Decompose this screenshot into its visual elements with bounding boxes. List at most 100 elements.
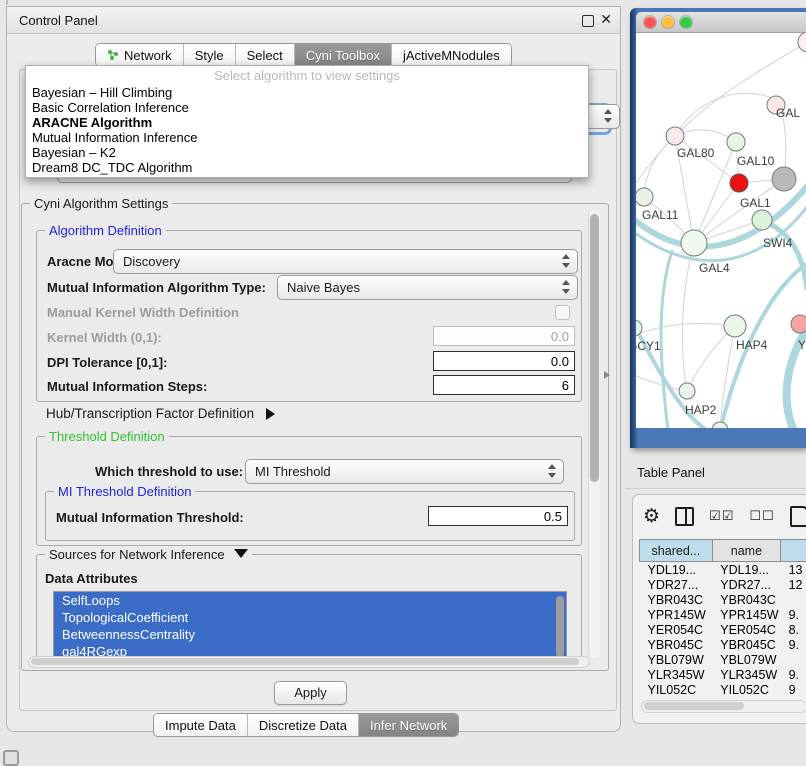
stepper-icon [561,280,570,294]
node-hap4[interactable] [724,315,746,337]
node-gal10[interactable] [727,133,745,151]
tab-network[interactable]: Network [96,44,183,66]
panel-resize-cursor [604,371,610,379]
unchecked-columns-icon[interactable]: ☐☐ [749,509,774,524]
mi-threshold-group: MI Threshold Definition Mutual Informati… [45,491,575,541]
data-attributes-list: SelfLoops TopologicalCoefficient Between… [53,591,567,665]
dropdown-item-aracne[interactable]: ARACNE Algorithm [26,115,588,130]
tab-infer-network[interactable]: Infer Network [358,714,458,736]
network-view-window[interactable]: GAL GAL80 GAL10 GAL1 SWI4 GAL11 GAL4 GCY… [630,8,806,448]
node-gray[interactable] [772,167,796,191]
table-hscrollbar[interactable] [641,700,806,713]
node-label: GCY1 [636,339,661,353]
desktop: { "colors": { "accent_selection": "#3a6c… [0,0,806,762]
node-gal4[interactable] [681,230,707,256]
node-y-pink[interactable] [791,315,806,333]
table-row[interactable]: YIL052CYIL052C9 [640,682,806,697]
minimized-panel-icon[interactable] [3,750,19,766]
node-gal80[interactable] [666,127,684,145]
network-canvas[interactable]: GAL GAL80 GAL10 GAL1 SWI4 GAL11 GAL4 GCY… [636,33,806,428]
table-row[interactable]: YPR145WYPR145W9. [640,607,806,622]
which-threshold-combo[interactable]: MI Threshold [245,459,564,484]
zoom-traffic-button[interactable] [680,16,692,28]
kernel-width-input[interactable] [433,326,575,346]
close-traffic-button[interactable] [644,16,656,28]
mi-type-combo[interactable]: Naive Bayes [277,275,578,300]
column-header-partial[interactable] [781,540,806,562]
table-row[interactable]: YBL079WYBL079W [640,652,806,667]
dropdown-item-dream8[interactable]: Dream8 DC_TDC Algorithm [26,160,588,175]
mi-type-value: Naive Bayes [287,280,360,295]
column-header-shared[interactable]: shared... [640,540,713,562]
minimize-traffic-button[interactable] [662,16,674,28]
node-attribute-table: shared... name YDL19...YDL19...13 YDR27.… [639,539,806,697]
table-row[interactable]: YBR045CYBR045C9. [640,637,806,652]
apply-button[interactable]: Apply [274,681,347,705]
tab-cyni-toolbox[interactable]: Cyni Toolbox [294,44,391,66]
mi-threshold-label: Mutual Information Threshold: [56,510,244,525]
node-partial-top[interactable] [798,33,806,52]
stepper-icon [561,254,570,268]
node-label: GAL1 [740,196,771,210]
dpi-tolerance-input[interactable] [433,351,575,371]
mi-steps-input[interactable] [433,375,575,395]
screen-edge-artifact [6,0,8,5]
checked-columns-icon[interactable]: ☑☑ [709,509,734,524]
column-header-name[interactable]: name [712,540,780,562]
dropdown-item-bayesian-k2[interactable]: Bayesian – K2 [26,145,588,160]
aracne-mode-combo[interactable]: Discovery [113,249,578,274]
list-item-betweennesscentrality[interactable]: BetweennessCentrality [54,626,566,643]
dropdown-item-bayesian-hill-climbing[interactable]: Bayesian – Hill Climbing [26,85,588,100]
which-threshold-value: MI Threshold [255,464,331,479]
tab-select[interactable]: Select [235,44,294,66]
table-row[interactable]: YER054CYER054C8. [640,622,806,637]
table-row[interactable]: YDL19...YDL19...13 [640,562,806,578]
cyni-algorithm-settings-title: Cyni Algorithm Settings [30,196,172,211]
new-table-icon[interactable] [790,506,806,527]
close-icon[interactable]: ✕ [600,11,612,28]
which-threshold-label: Which threshold to use: [95,464,243,479]
mi-threshold-input[interactable] [428,506,568,526]
dropdown-placeholder: Select algorithm to view settings [26,66,588,85]
mi-type-label: Mutual Information Algorithm Type: [47,280,266,295]
mi-steps-label: Mutual Information Steps: [47,379,207,394]
columns-icon[interactable] [675,507,694,526]
node-swi4[interactable] [752,210,772,230]
node-partial-bottom[interactable] [712,422,728,428]
sources-group: Sources for Network Inference Data Attri… [36,554,582,667]
tab-impute-data[interactable]: Impute Data [154,714,247,736]
list-vscrollbar[interactable] [556,596,564,658]
table-row[interactable]: YDR27...YDR27...12 [640,577,806,592]
node-label: HAP2 [685,403,717,417]
table-panel: ⚙ ☑☑ ☐☐ shared... name YDL19...YDL19...1… [632,494,806,724]
collapse-down-icon[interactable] [234,549,248,558]
threshold-definition-group: Threshold Definition Which threshold to … [36,436,582,546]
node-label: Y [798,338,806,352]
tab-jactivemnodules[interactable]: jActiveMNodules [391,44,511,66]
tab-discretize-data[interactable]: Discretize Data [247,714,358,736]
settings-hscrollbar[interactable] [28,656,590,668]
list-item-selfloops[interactable]: SelfLoops [54,592,566,609]
node-gal11[interactable] [636,188,653,206]
gear-icon[interactable]: ⚙ [643,505,660,527]
list-item-topologicalcoefficient[interactable]: TopologicalCoefficient [54,609,566,626]
node-gal1-red[interactable] [730,174,748,192]
dropdown-item-basic-correlation[interactable]: Basic Correlation Inference [26,100,588,115]
dropdown-item-mutual-information[interactable]: Mutual Information Inference [26,130,588,145]
data-attributes-label: Data Attributes [45,571,138,586]
node-label: GAL80 [677,146,715,160]
network-window-titlebar[interactable] [636,12,806,33]
float-window-icon[interactable] [582,15,594,27]
threshold-definition-title: Threshold Definition [45,429,169,444]
node-hap2[interactable] [679,383,695,399]
node-label: GAL11 [642,208,679,222]
manual-kernel-checkbox[interactable] [555,305,570,320]
node-gcy1[interactable] [636,320,642,336]
tab-style[interactable]: Style [183,44,235,66]
table-toolbar: ⚙ ☑☑ ☐☐ [643,503,806,529]
table-panel-header: Table Panel [625,455,806,489]
hub-definition-expander[interactable]: Hub/Transcription Factor Definition [46,406,275,421]
settings-vscrollbar[interactable] [588,210,600,658]
table-row[interactable]: YBR043CYBR043C [640,592,806,607]
table-row[interactable]: YLR345WYLR345W9. [640,667,806,682]
